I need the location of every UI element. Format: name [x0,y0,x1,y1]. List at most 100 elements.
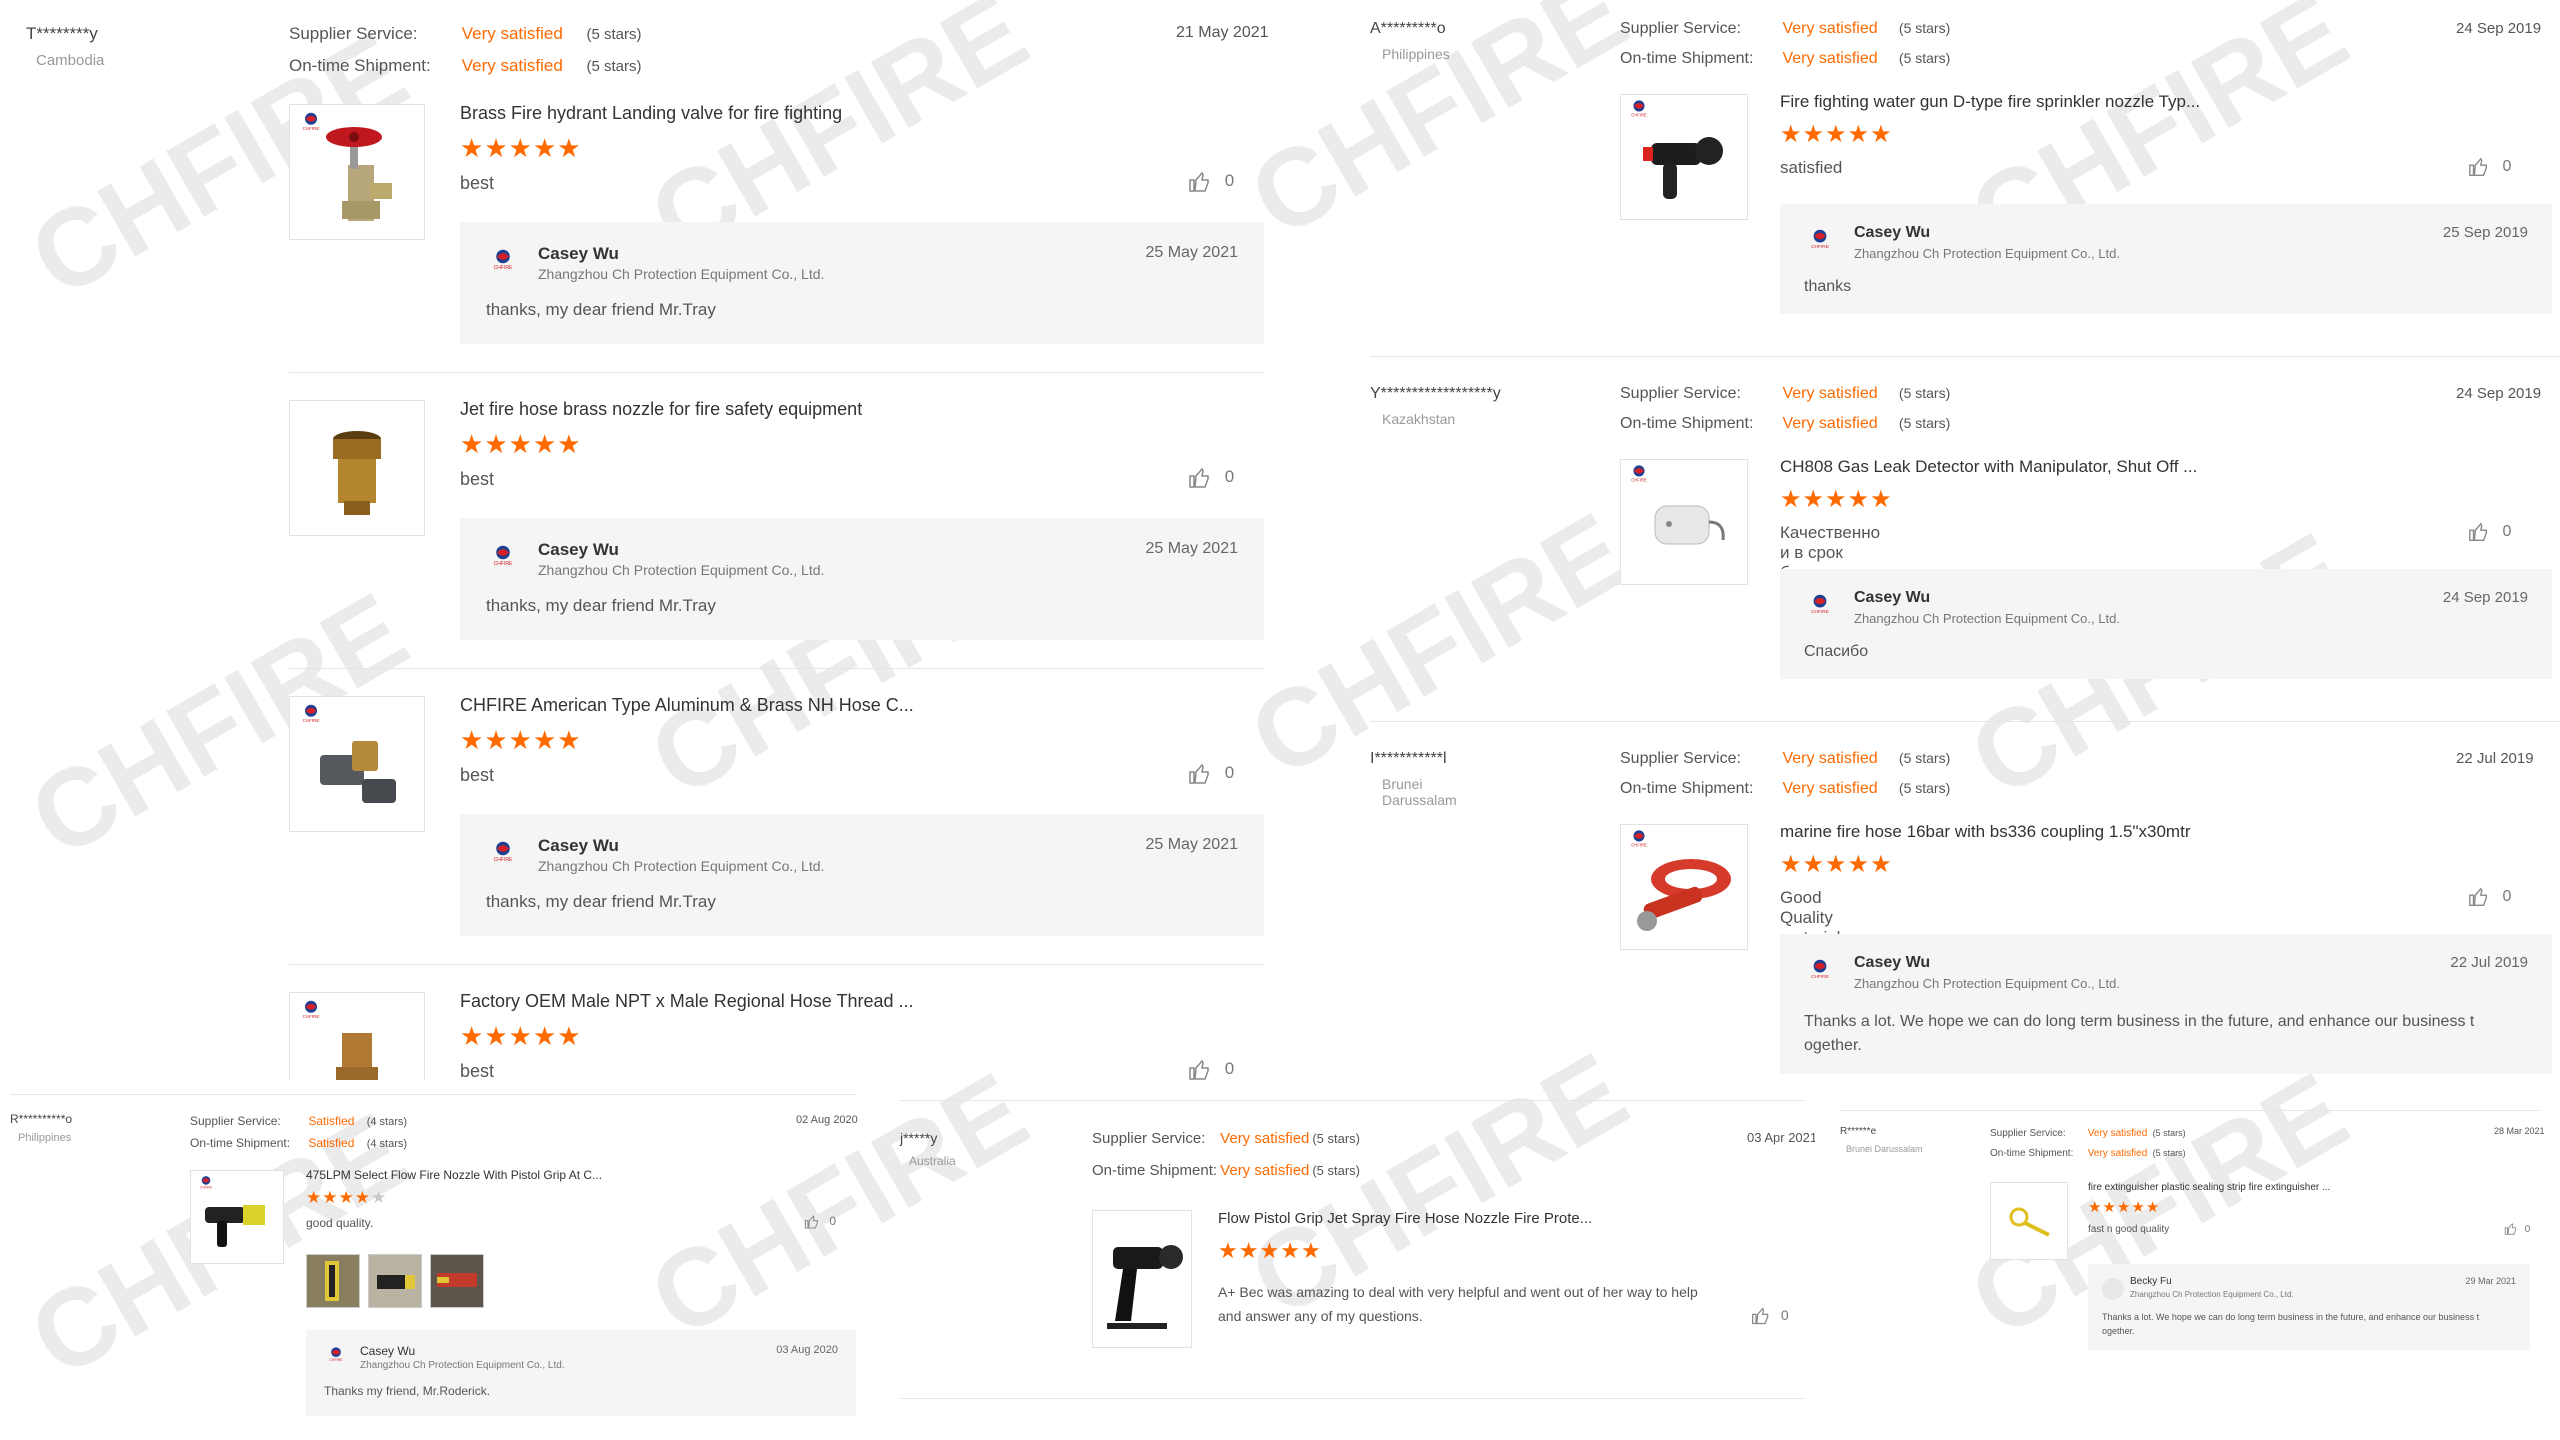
star-icon: ★ [1802,121,1826,148]
on-time-value: Satisfied [308,1136,355,1150]
star-icon: ★ [338,1188,355,1207]
on-time-row: On-time Shipment: Very satisfied (5 star… [1620,50,1950,68]
star-icon: ★ [460,1021,485,1051]
reply-date: 24 Sep 2019 [2442,589,2528,606]
supplier-service-label: Supplier Service: [1990,1128,2066,1139]
like-button[interactable]: 0 [2504,1222,2530,1236]
review-photo[interactable] [306,1254,360,1308]
like-button[interactable]: 0 [1188,762,1234,786]
svg-text:CHFIRE: CHFIRE [329,1358,343,1362]
star-icon: ★ [1825,851,1848,878]
like-count: 0 [2502,523,2512,541]
product-thumbnail[interactable]: CHFIRE [289,104,425,240]
product-title[interactable]: 475LPM Select Flow Fire Nozzle With Pist… [306,1168,626,1182]
rating-stars: ★★★★★ [460,429,582,460]
like-button[interactable]: 0 [2468,521,2511,543]
product-title[interactable]: Factory OEM Male NPT x Male Regional Hos… [460,991,920,1012]
review-photo[interactable] [430,1254,484,1308]
product-title[interactable]: Brass Fire hydrant Landing valve for fir… [460,103,920,124]
photo-image [377,1275,415,1289]
reply-date: 25 May 2021 [1145,540,1238,557]
svg-text:CHFIRE: CHFIRE [494,265,513,270]
supplier-service-stars: (5 stars) [1312,1131,1361,1146]
pistol-grip-nozzle-image [1107,1245,1183,1329]
star-icon: ★ [1870,486,1893,513]
star-icon: ★ [2116,1199,2132,1216]
reply-author: Casey Wu [1854,589,1931,606]
supplier-reply: Becky Fu Zhangzhou Ch Protection Equipme… [2088,1264,2530,1350]
reviewer-country: Kazakhstan [1382,411,1456,427]
review-date: 28 Mar 2021 [2494,1126,2545,1136]
reply-company: Zhangzhou Ch Protection Equipment Co., L… [1854,246,2120,261]
product-title[interactable]: marine fire hose 16bar with bs336 coupli… [1780,822,2340,842]
like-button[interactable]: 0 [1188,1058,1234,1080]
like-button[interactable]: 0 [2468,156,2511,178]
product-title[interactable]: CH808 Gas Leak Detector with Manipulator… [1780,457,2240,477]
star-icon: ★ [1780,486,1803,513]
reviewer-country: Cambodia [36,52,105,69]
product-thumbnail[interactable]: CHFIRE [1620,94,1748,220]
star-icon: ★ [484,725,509,755]
review-panel-b: A*********o Philippines Supplier Service… [1370,0,2560,1090]
product-title[interactable]: Fire fighting water gun D-type fire spri… [1780,92,2240,112]
product-title[interactable]: CHFIRE American Type Aluminum & Brass NH… [460,695,920,716]
on-time-label: On-time Shipment: [1620,415,1754,432]
product-thumbnail[interactable] [289,400,425,536]
supplier-service-value: Very satisfied [1220,1130,1310,1147]
on-time-stars: (5 stars) [1898,50,1951,66]
product-title[interactable]: Flow Pistol Grip Jet Spray Fire Hose Noz… [1218,1210,1678,1227]
chfire-logo-icon: CHFIRE [494,249,513,270]
divider [10,1094,855,1095]
reply-company: Zhangzhou Ch Protection Equipment Co., L… [360,1360,565,1371]
on-time-stars: (5 stars) [1312,1163,1361,1178]
star-icon: ★ [508,725,533,755]
reply-company: Zhangzhou Ch Protection Equipment Co., L… [538,266,825,282]
reply-text: thanks [1804,278,1852,295]
on-time-value: Very satisfied [1782,50,1878,67]
product-thumbnail[interactable]: CHFIRE [1620,824,1748,950]
like-button[interactable]: 0 [1751,1306,1789,1326]
reply-date: 25 May 2021 [1145,244,1238,261]
reviewer-country: Philippines [18,1132,72,1144]
divider [1840,1110,2540,1111]
product-thumbnail[interactable]: CHFIRE [1620,459,1748,585]
rating-stars: ★★★★★ [306,1188,387,1208]
chfire-logo-icon: CHFIRE [329,1347,343,1362]
supplier-service-value: Very satisfied [1782,750,1878,767]
star-icon: ★ [1780,121,1803,148]
like-button[interactable]: 0 [1188,466,1234,490]
supplier-service-value: Very satisfied [1782,385,1878,402]
supplier-service-label: Supplier Service: [289,24,418,43]
supplier-reply: CHFIRE Casey Wu Zhangzhou Ch Protection … [306,1330,856,1416]
reply-author: Casey Wu [360,1344,416,1358]
product-thumbnail[interactable]: CHFIRE [289,696,425,832]
product-thumbnail[interactable]: CHFIRE [190,1170,284,1264]
rating-stars: ★★★★★ [2088,1198,2160,1216]
like-count: 0 [1224,467,1235,487]
svg-text:CHFIRE: CHFIRE [494,561,513,566]
reviewer-name: Y******************y [1370,385,1501,402]
review-comment: best [460,173,495,193]
reply-date: 25 Sep 2019 [2442,224,2528,241]
star-icon: ★ [1218,1238,1239,1263]
on-time-stars: (5 stars) [1898,780,1951,796]
chfire-logo-icon: CHFIRE [494,545,513,566]
product-thumbnail[interactable] [1990,1182,2068,1260]
review-date: 24 Sep 2019 [2456,20,2542,37]
star-icon: ★ [1870,851,1893,878]
like-button[interactable]: 0 [804,1214,836,1230]
product-title[interactable]: Jet fire hose brass nozzle for fire safe… [460,399,920,420]
product-thumbnail[interactable] [1092,1210,1192,1348]
thumbs-up-icon [2504,1222,2517,1235]
product-title[interactable]: fire extinguisher plastic sealing strip … [2088,1182,2368,1193]
product-thumbnail[interactable]: CHFIRE [289,992,425,1080]
star-icon: ★ [322,1188,339,1207]
review-comment: fast n good quality [2088,1224,2170,1235]
star-icon: ★ [484,1021,509,1051]
review-photo[interactable] [368,1254,422,1308]
like-button[interactable]: 0 [2468,886,2511,908]
like-button[interactable]: 0 [1188,170,1234,194]
star-icon: ★ [1259,1238,1281,1263]
reviewer-name: j*****y [900,1130,938,1146]
star-icon: ★ [1847,486,1871,513]
